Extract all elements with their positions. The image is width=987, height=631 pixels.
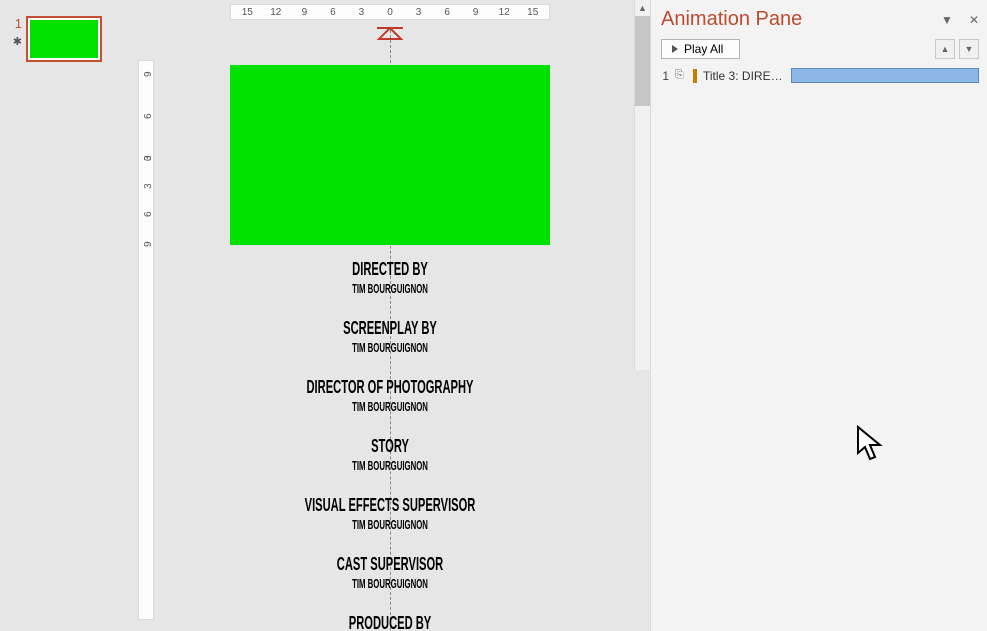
slide-background[interactable] — [230, 65, 550, 245]
play-all-label: Play All — [684, 42, 723, 56]
ruler-tick: 6 — [143, 211, 154, 217]
credit-name: TIM BOURGUIGNON — [294, 281, 486, 296]
credit-entry: CAST SUPERVISOR TIM BOURGUIGNON — [230, 554, 550, 591]
ruler-tick: 3 — [347, 7, 376, 18]
credit-role: SCREENPLAY BY — [291, 318, 489, 339]
credits-text-block[interactable]: DIRECTED BY TIM BOURGUIGNON SCREENPLAY B… — [230, 259, 550, 631]
play-all-button[interactable]: Play All — [661, 39, 740, 59]
credit-role: DIRECTED BY — [291, 259, 489, 280]
credit-entry: SCREENPLAY BY TIM BOURGUIGNON — [230, 318, 550, 355]
ruler-tick: 9 — [143, 241, 154, 247]
ruler-tick: 12 — [262, 7, 291, 18]
play-icon — [672, 45, 678, 53]
animation-trigger-icon: ⎘ — [675, 69, 687, 82]
credit-role: DIRECTOR OF PHOTOGRAPHY — [291, 377, 489, 398]
close-pane-icon[interactable]: ✕ — [969, 13, 979, 27]
credit-entry: STORY TIM BOURGUIGNON — [230, 436, 550, 473]
animation-type-indicator-icon — [693, 69, 697, 83]
credit-name: TIM BOURGUIGNON — [294, 576, 486, 591]
move-down-button[interactable]: ▼ — [959, 39, 979, 59]
animation-indicator-icon: ✱ — [13, 35, 22, 48]
animation-item-number: 1 — [661, 69, 669, 83]
credit-role: STORY — [291, 436, 489, 457]
credit-name: TIM BOURGUIGNON — [294, 340, 486, 355]
ruler-tick: 0 — [143, 155, 154, 161]
ruler-tick: 15 — [233, 7, 262, 18]
scroll-up-button[interactable]: ▲ — [635, 0, 650, 16]
motion-path-end-marker-icon[interactable] — [375, 26, 405, 42]
animation-item-label: Title 3: DIREC... — [703, 69, 785, 83]
credit-entry: DIRECTED BY TIM BOURGUIGNON — [230, 259, 550, 296]
credit-name: TIM BOURGUIGNON — [294, 399, 486, 414]
credit-role: VISUAL EFFECTS SUPERVISOR — [291, 495, 489, 516]
animation-list-item[interactable]: 1 ⎘ Title 3: DIREC... — [661, 65, 979, 86]
slide-edit-area[interactable]: 15 12 9 6 3 0 3 6 9 12 15 9 6 3 0 3 6 9 — [130, 0, 650, 631]
horizontal-ruler: 15 12 9 6 3 0 3 6 9 12 15 — [230, 4, 550, 20]
credit-name: TIM BOURGUIGNON — [294, 517, 486, 532]
animation-pane: Animation Pane ▼ ✕ Play All ▲ ▼ 1 ⎘ Titl… — [650, 0, 987, 631]
ruler-tick: 3 — [143, 183, 154, 189]
credit-entry: VISUAL EFFECTS SUPERVISOR TIM BOURGUIGNO… — [230, 495, 550, 532]
credit-name: TIM BOURGUIGNON — [294, 458, 486, 473]
thumbnail-number: 1 — [15, 16, 22, 31]
scroll-thumb[interactable] — [635, 16, 650, 106]
animation-pane-title: Animation Pane — [661, 8, 802, 31]
move-up-button[interactable]: ▲ — [935, 39, 955, 59]
slide-thumbnail-panel: 1 ✱ — [0, 0, 130, 631]
slide-thumbnail-1[interactable]: 1 ✱ — [8, 16, 130, 62]
ruler-tick: 15 — [518, 7, 547, 18]
ruler-tick: 6 — [319, 7, 348, 18]
credit-entry: PRODUCED BY — [230, 613, 550, 631]
credit-role: PRODUCED BY — [291, 613, 489, 631]
thumbnail-frame[interactable] — [26, 16, 102, 62]
ruler-tick: 9 — [143, 71, 154, 77]
credit-role: CAST SUPERVISOR — [291, 554, 489, 575]
vertical-ruler: 9 6 3 0 3 6 9 — [138, 60, 154, 620]
ruler-tick: 6 — [143, 113, 154, 119]
vertical-scrollbar[interactable]: ▲ — [634, 0, 650, 370]
thumbnail-preview — [30, 20, 98, 58]
ruler-tick: 12 — [490, 7, 519, 18]
ruler-tick: 6 — [433, 7, 462, 18]
ruler-tick: 9 — [461, 7, 490, 18]
slide-canvas[interactable]: DIRECTED BY TIM BOURGUIGNON SCREENPLAY B… — [230, 30, 550, 631]
animation-timeline-bar[interactable] — [791, 68, 979, 83]
credit-entry: DIRECTOR OF PHOTOGRAPHY TIM BOURGUIGNON — [230, 377, 550, 414]
pane-options-dropdown-icon[interactable]: ▼ — [941, 13, 953, 27]
ruler-tick: 9 — [290, 7, 319, 18]
ruler-tick: 3 — [404, 7, 433, 18]
ruler-tick: 0 — [376, 7, 405, 18]
